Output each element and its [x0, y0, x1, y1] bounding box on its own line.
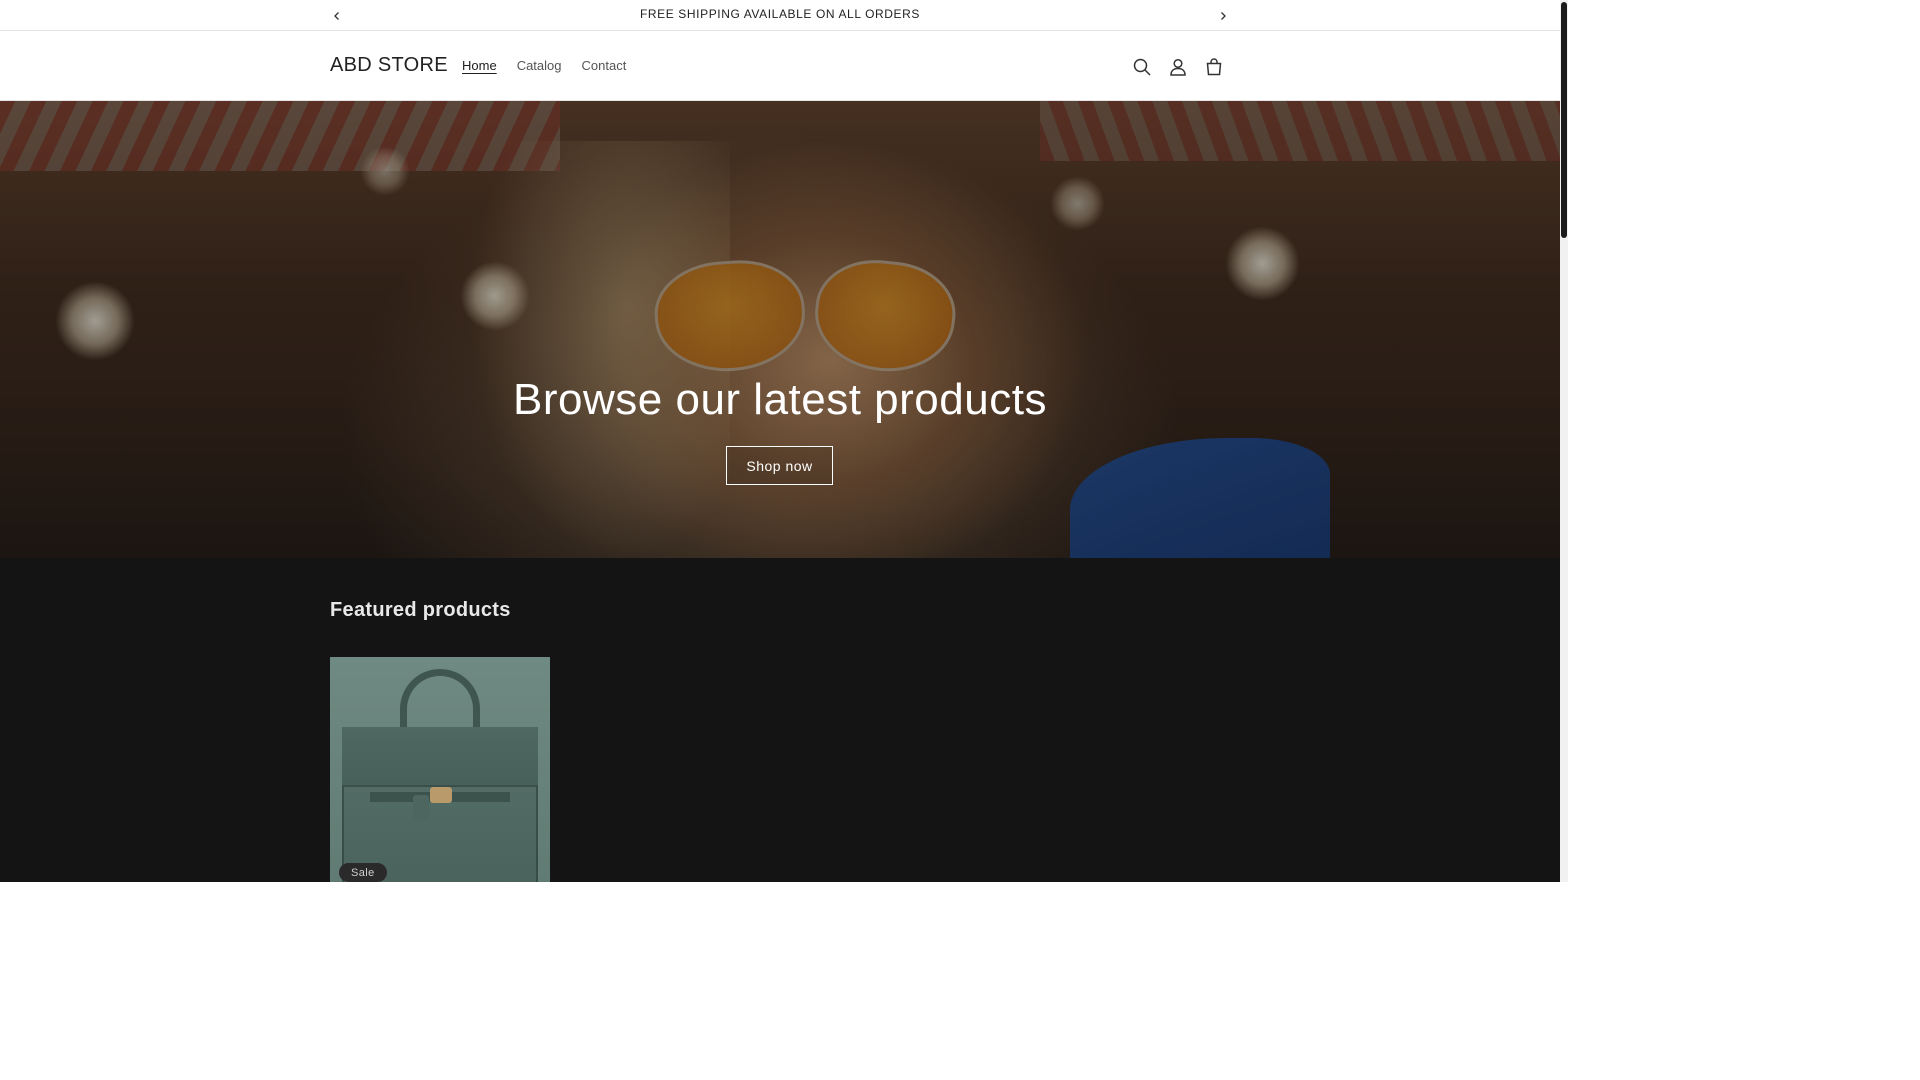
featured-title: Featured products: [330, 599, 511, 621]
product-image-bag-tag: [413, 795, 429, 821]
nav-item-catalog[interactable]: Catalog: [507, 58, 572, 73]
announcement-bar: FREE SHIPPING AVAILABLE ON ALL ORDERS: [0, 0, 1560, 31]
hero-overlay: [0, 101, 1560, 558]
shop-now-button[interactable]: Shop now: [726, 446, 833, 485]
hero-title: Browse our latest products: [513, 375, 1047, 424]
cart-icon: [1206, 58, 1222, 76]
product-image-bag-lock: [430, 787, 452, 803]
nav-item-contact[interactable]: Contact: [572, 58, 637, 73]
sale-badge: Sale: [339, 863, 387, 882]
search-icon: [1133, 58, 1151, 76]
page-scrollbar[interactable]: [1560, 0, 1568, 882]
account-button[interactable]: [1165, 54, 1191, 80]
announcement-text: FREE SHIPPING AVAILABLE ON ALL ORDERS: [639, 7, 921, 21]
store-logo[interactable]: ABD STORE: [330, 54, 448, 77]
search-button[interactable]: [1129, 54, 1155, 80]
product-card[interactable]: [330, 657, 550, 882]
cart-button[interactable]: [1201, 54, 1227, 80]
page: FREE SHIPPING AVAILABLE ON ALL ORDERS AB…: [0, 0, 1568, 882]
scrollbar-thumb[interactable]: [1561, 2, 1567, 238]
announcement-next-button[interactable]: [1213, 6, 1233, 26]
account-icon: [1170, 58, 1186, 76]
hero-banner: Browse our latest products Shop now: [0, 101, 1560, 558]
chevron-right-icon: [1221, 12, 1226, 20]
nav-item-home[interactable]: Home: [452, 58, 507, 73]
main-nav: Home Catalog Contact: [452, 58, 636, 73]
site-header: ABD STORE Home Catalog Contact: [0, 32, 1560, 101]
featured-products-section: Featured products Sale: [0, 558, 1560, 882]
product-image-bag-strap: [450, 792, 510, 802]
product-image-bag-flap: [342, 727, 538, 787]
